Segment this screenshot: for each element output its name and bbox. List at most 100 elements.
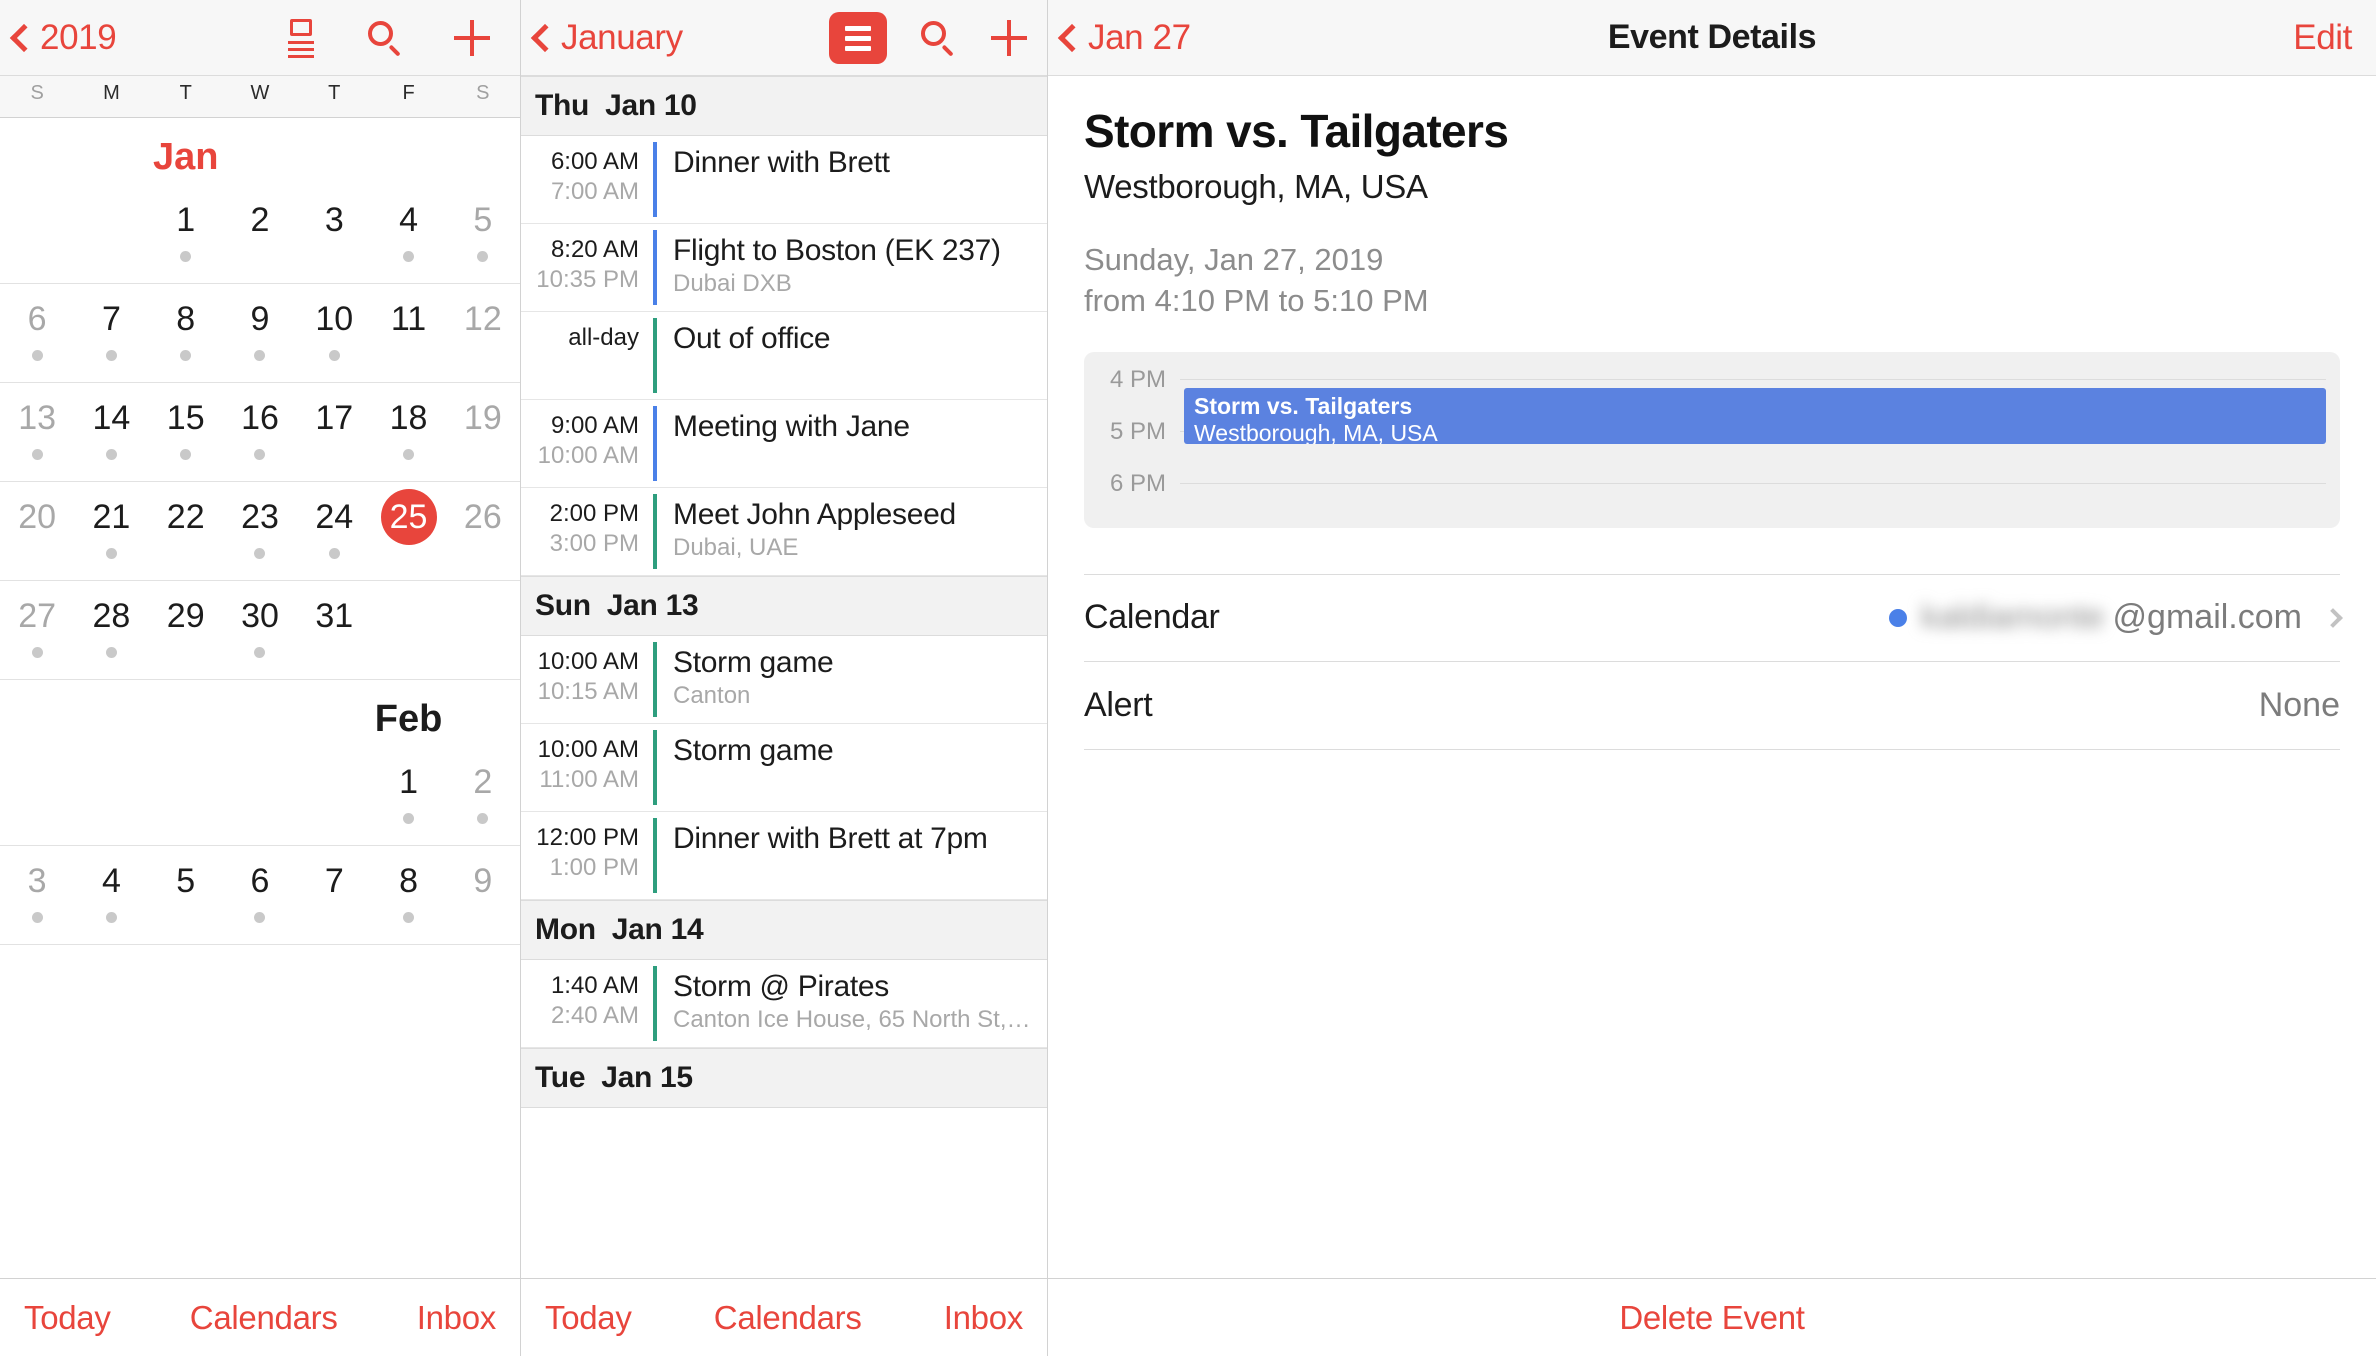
day-header: Tue Jan 15 [521, 1048, 1047, 1108]
event-start-time: 1:40 AM [550, 972, 639, 999]
event-dot [254, 449, 266, 460]
event-list-item[interactable]: 8:20 AM 10:35 PM Flight to Boston (EK 237)… [521, 224, 1047, 312]
day-cell[interactable]: 18 [371, 383, 445, 481]
day-cell[interactable]: 14 [74, 383, 148, 481]
delete-event-button[interactable]: Delete Event [1619, 1299, 1805, 1337]
add-icon [452, 18, 492, 58]
event-end-time: 11:00 AM [539, 766, 639, 793]
search-button[interactable] [366, 19, 404, 57]
day-cell[interactable]: 5 [446, 185, 520, 283]
day-cell[interactable]: 19 [446, 383, 520, 481]
event-times: 8:20 AM 10:35 PM [521, 224, 653, 311]
back-to-january-button[interactable]: January [530, 18, 683, 58]
day-cell[interactable]: 7 [74, 284, 148, 382]
day-cell[interactable]: 31 [297, 581, 371, 679]
weekday-label: F [402, 82, 415, 104]
day-header: Sun Jan 13 [521, 576, 1047, 636]
day-cell[interactable]: 4 [74, 846, 148, 944]
inbox-button[interactable]: Inbox [417, 1299, 497, 1337]
event-details-scroll[interactable]: Storm vs. Tailgaters Westborough, MA, US… [1048, 76, 2376, 1278]
event-list-item[interactable]: 10:00 AM 11:00 AM Storm game [521, 724, 1047, 812]
day-cell[interactable]: 25 [371, 482, 445, 580]
detail-row-alert[interactable]: Alert None [1084, 662, 2340, 750]
day-number: 27 [18, 597, 57, 635]
search-button[interactable] [919, 19, 957, 57]
list-view-button-selected[interactable] [829, 11, 887, 64]
day-number: 2 [473, 763, 493, 801]
event-list-pane: January Thu Jan 10 6:00 AM 7:00 AM Dinne… [521, 0, 1048, 1356]
calendars-button[interactable]: Calendars [714, 1299, 862, 1337]
day-cell[interactable]: 24 [297, 482, 371, 580]
day-cell[interactable]: 3 [297, 185, 371, 283]
event-end-time: 7:00 AM [550, 178, 639, 205]
day-cell[interactable]: 2 [446, 747, 520, 845]
day-cell[interactable]: 8 [371, 846, 445, 944]
event-list-item[interactable]: all-day Out of office [521, 312, 1047, 400]
day-cell[interactable]: 6 [0, 284, 74, 382]
month-grid-scroll[interactable]: Jan 1 2 3 4 5 6 7 8 9 10 11 12 13 14 15 16 17 18 19 20 21 22 23… [0, 118, 520, 1278]
month-title-cell: Feb [371, 680, 445, 747]
day-cell[interactable]: 29 [149, 581, 223, 679]
day-cell[interactable]: 4 [371, 185, 445, 283]
event-title: Flight to Boston (EK 237) [673, 234, 1001, 267]
event-list-scroll[interactable]: Thu Jan 10 6:00 AM 7:00 AM Dinner with Brett… [521, 76, 1047, 1278]
event-list-item[interactable]: 1:40 AM 2:40 AM Storm @ Pirates Canton Ice … [521, 960, 1047, 1048]
mid-navbar: January [521, 0, 1047, 76]
day-cell[interactable]: 20 [0, 482, 74, 580]
day-number: 5 [473, 201, 493, 239]
event-list-item[interactable]: 12:00 PM 1:00 PM Dinner with Brett at 7pm [521, 812, 1047, 900]
day-cell[interactable]: 6 [223, 846, 297, 944]
day-cell[interactable]: 21 [74, 482, 148, 580]
timeline-event-block[interactable]: Storm vs. Tailgaters Westborough, MA, USA [1184, 387, 2326, 444]
today-button[interactable]: Today [24, 1299, 111, 1337]
day-cell[interactable]: 1 [371, 747, 445, 845]
day-cell[interactable]: 11 [371, 284, 445, 382]
calendars-button[interactable]: Calendars [190, 1299, 338, 1337]
day-cell[interactable]: 15 [149, 383, 223, 481]
back-to-jan27-button[interactable]: Jan 27 [1057, 18, 1191, 58]
event-date-line: Sunday, Jan 27, 2019 [1084, 242, 1384, 277]
day-cell[interactable]: 16 [223, 383, 297, 481]
day-cell[interactable]: 2 [223, 185, 297, 283]
day-cell[interactable]: 17 [297, 383, 371, 481]
event-details-pane: Jan 27 Event Details Edit Storm vs. Tail… [1048, 0, 2376, 1356]
day-cell[interactable]: 7 [297, 846, 371, 944]
day-cell[interactable]: 28 [74, 581, 148, 679]
back-to-year-button[interactable]: 2019 [9, 17, 117, 58]
day-cell[interactable]: 8 [149, 284, 223, 382]
add-event-button[interactable] [989, 18, 1029, 58]
event-start-time: 2:00 PM [549, 500, 639, 527]
edit-button[interactable]: Edit [2293, 18, 2352, 58]
event-times: 10:00 AM 10:15 AM [521, 636, 653, 723]
day-cell[interactable]: 9 [223, 284, 297, 382]
today-button[interactable]: Today [545, 1299, 632, 1337]
day-cell[interactable]: 9 [446, 846, 520, 944]
timeline-gridline [1180, 483, 2326, 485]
add-event-button[interactable] [452, 18, 492, 58]
event-list-item[interactable]: 2:00 PM 3:00 PM Meet John Appleseed Dubai, … [521, 488, 1047, 576]
event-list-item[interactable]: 6:00 AM 7:00 AM Dinner with Brett [521, 136, 1047, 224]
day-number-selected: 25 [380, 489, 437, 545]
event-list-item[interactable]: 9:00 AM 10:00 AM Meeting with Jane [521, 400, 1047, 488]
month-title-cell [0, 118, 74, 185]
day-cell[interactable]: 27 [0, 581, 74, 679]
list-view-button[interactable] [286, 18, 318, 58]
day-cell[interactable]: 5 [149, 846, 223, 944]
day-cell[interactable]: 23 [223, 482, 297, 580]
day-cell[interactable]: 26 [446, 482, 520, 580]
back-label: 2019 [40, 17, 117, 57]
day-cell[interactable]: 1 [149, 185, 223, 283]
event-location: Dubai, UAE [673, 534, 799, 561]
day-cell[interactable]: 30 [223, 581, 297, 679]
event-timeline-preview[interactable]: 4 PM 5 PM 6 PM Storm vs. Tailgaters Westboro… [1084, 351, 2340, 528]
inbox-button[interactable]: Inbox [944, 1299, 1024, 1337]
event-dot [254, 548, 266, 559]
event-title: Storm game [673, 734, 834, 767]
day-cell[interactable]: 13 [0, 383, 74, 481]
day-cell[interactable]: 10 [297, 284, 371, 382]
day-cell[interactable]: 22 [149, 482, 223, 580]
day-cell[interactable]: 12 [446, 284, 520, 382]
detail-row-calendar[interactable]: Calendar kaldiamonte @gmail.com [1084, 573, 2343, 662]
day-cell[interactable]: 3 [0, 846, 74, 944]
event-list-item[interactable]: 10:00 AM 10:15 AM Storm game Canton [521, 636, 1047, 724]
